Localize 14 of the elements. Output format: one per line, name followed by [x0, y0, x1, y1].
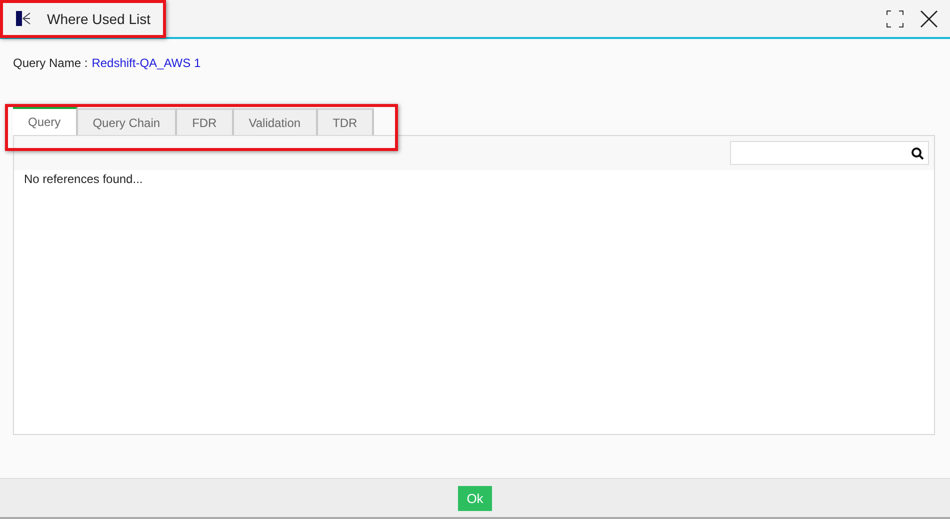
- query-name-label: Query Name :: [13, 56, 88, 70]
- window-title: Where Used List: [47, 10, 152, 26]
- empty-message: No references found...: [23, 171, 144, 188]
- query-name-value: Redshift-QA_AWS 1: [92, 56, 201, 70]
- maximize-button[interactable]: [886, 10, 904, 28]
- list-icon: [16, 11, 31, 26]
- search-icon: [911, 146, 924, 160]
- tab[interactable]: FDR: [177, 108, 234, 135]
- search-field[interactable]: [730, 141, 929, 165]
- tab[interactable]: Query Chain: [78, 108, 178, 135]
- tab[interactable]: TDR: [318, 108, 374, 135]
- tab[interactable]: Query: [13, 106, 78, 135]
- close-button[interactable]: [920, 10, 938, 28]
- tab[interactable]: Validation: [234, 108, 318, 135]
